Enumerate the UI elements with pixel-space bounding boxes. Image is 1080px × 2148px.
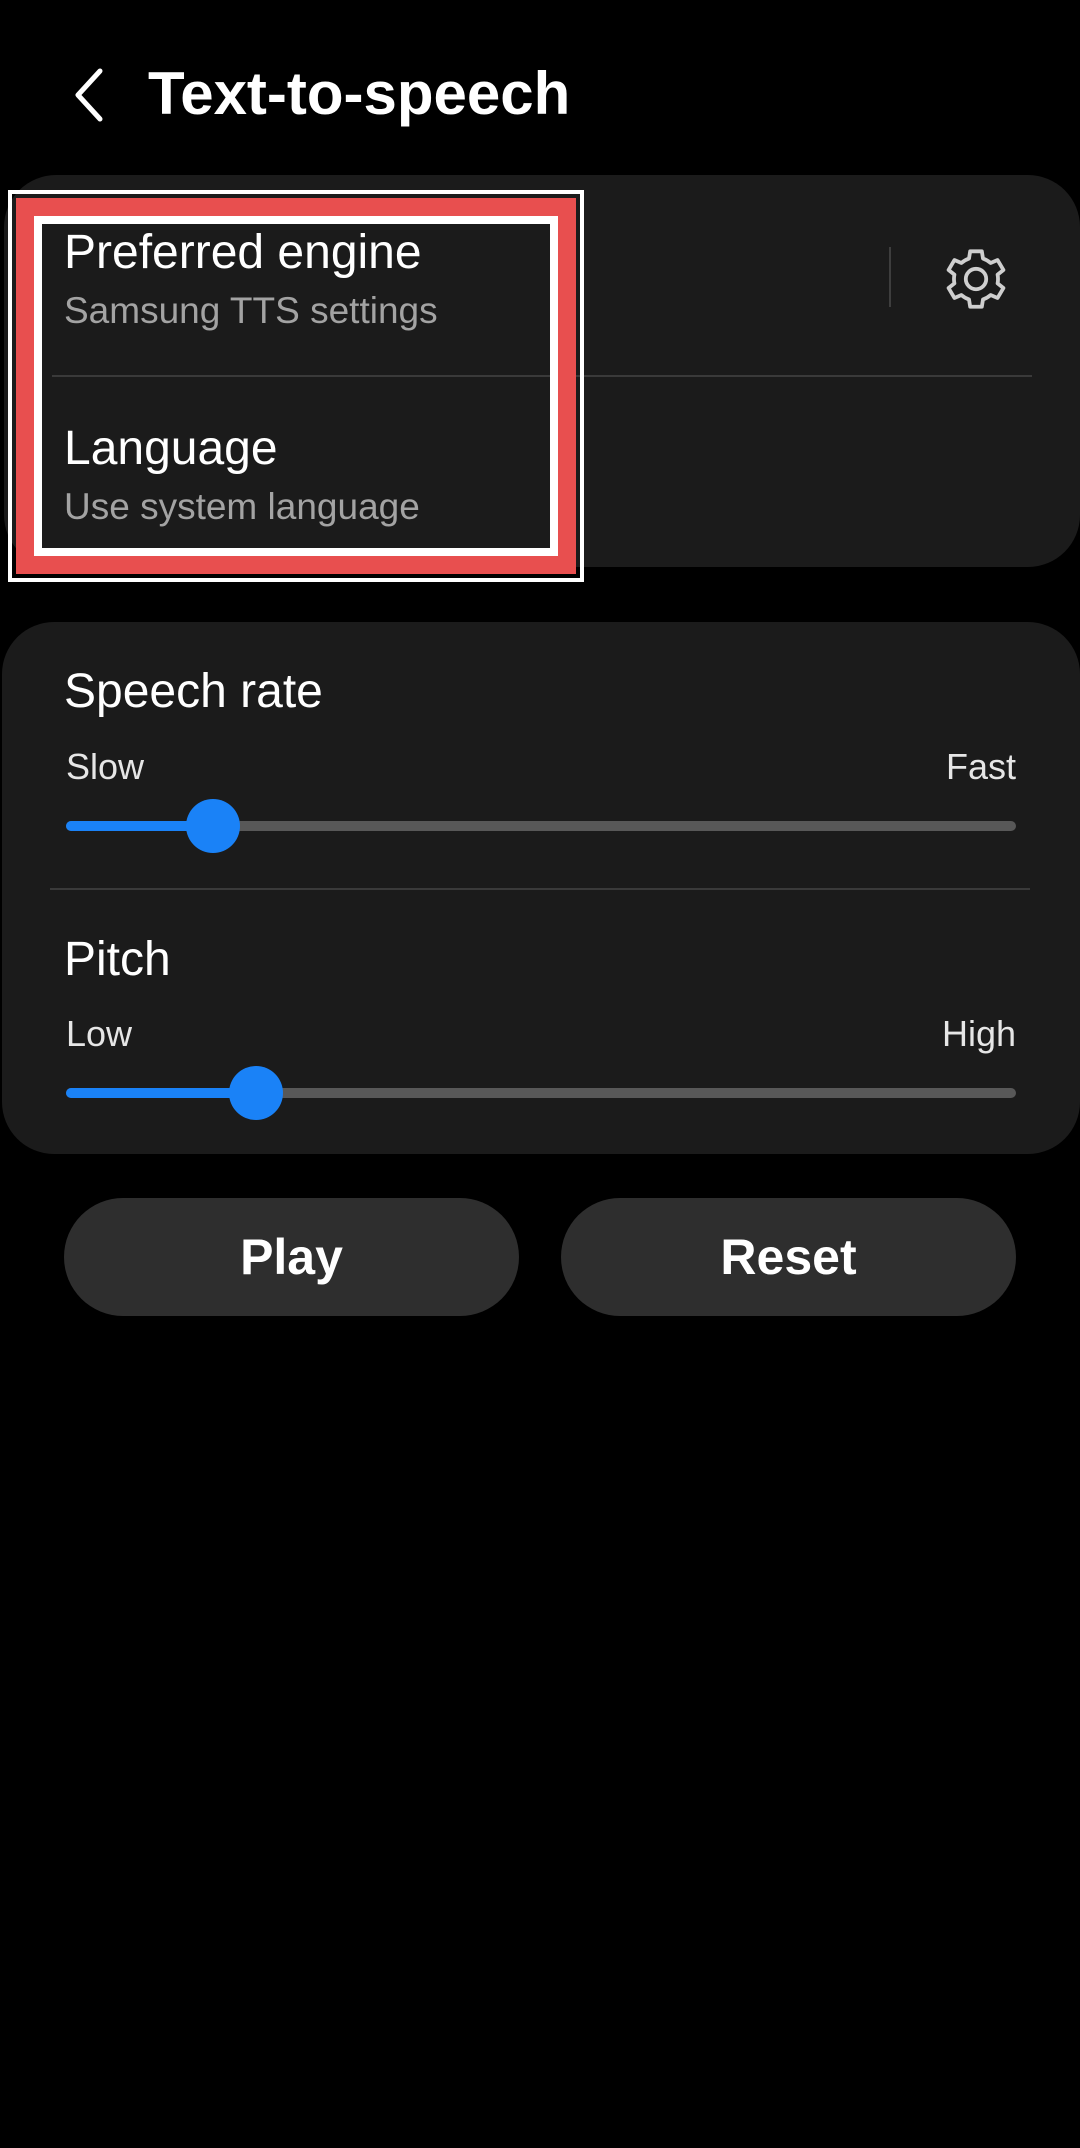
vertical-divider [889,247,891,307]
speech-rate-slider-thumb[interactable] [186,799,241,853]
pitch-min-label: Low [66,1013,133,1054]
chevron-left-icon [75,68,103,122]
language-subtitle: Use system language [64,486,420,527]
pitch-slider-fill [66,1088,256,1098]
back-button[interactable] [50,55,130,135]
preferred-engine-title: Preferred engine [64,226,422,279]
language-title: Language [64,422,278,475]
preferred-engine-item[interactable]: Preferred engine Samsung TTS settings [4,175,1080,375]
pitch-max-label: High [941,1013,1016,1054]
preferred-engine-subtitle: Samsung TTS settings [64,290,438,331]
pitch-slider-thumb[interactable] [229,1066,283,1120]
reset-button[interactable]: Reset [561,1198,1016,1316]
app-bar: Text-to-speech [0,0,1080,190]
divider [50,888,1030,890]
speech-rate-title: Speech rate [64,665,323,718]
voice-sliders-card: Speech rate Slow Fast Pitch Low High [2,622,1080,1154]
engine-settings-button[interactable] [934,237,1018,321]
page-title: Text-to-speech [148,60,571,127]
gear-icon [946,249,1006,309]
engine-settings-card: Preferred engine Samsung TTS settings La… [4,175,1080,567]
play-button[interactable]: Play [64,1198,519,1316]
speech-rate-min-label: Slow [66,746,145,787]
speech-rate-slider[interactable] [66,799,1016,853]
language-item[interactable]: Language Use system language [4,377,1080,567]
pitch-title: Pitch [64,933,171,986]
pitch-slider[interactable] [66,1066,1016,1120]
speech-rate-max-label: Fast [945,746,1016,787]
